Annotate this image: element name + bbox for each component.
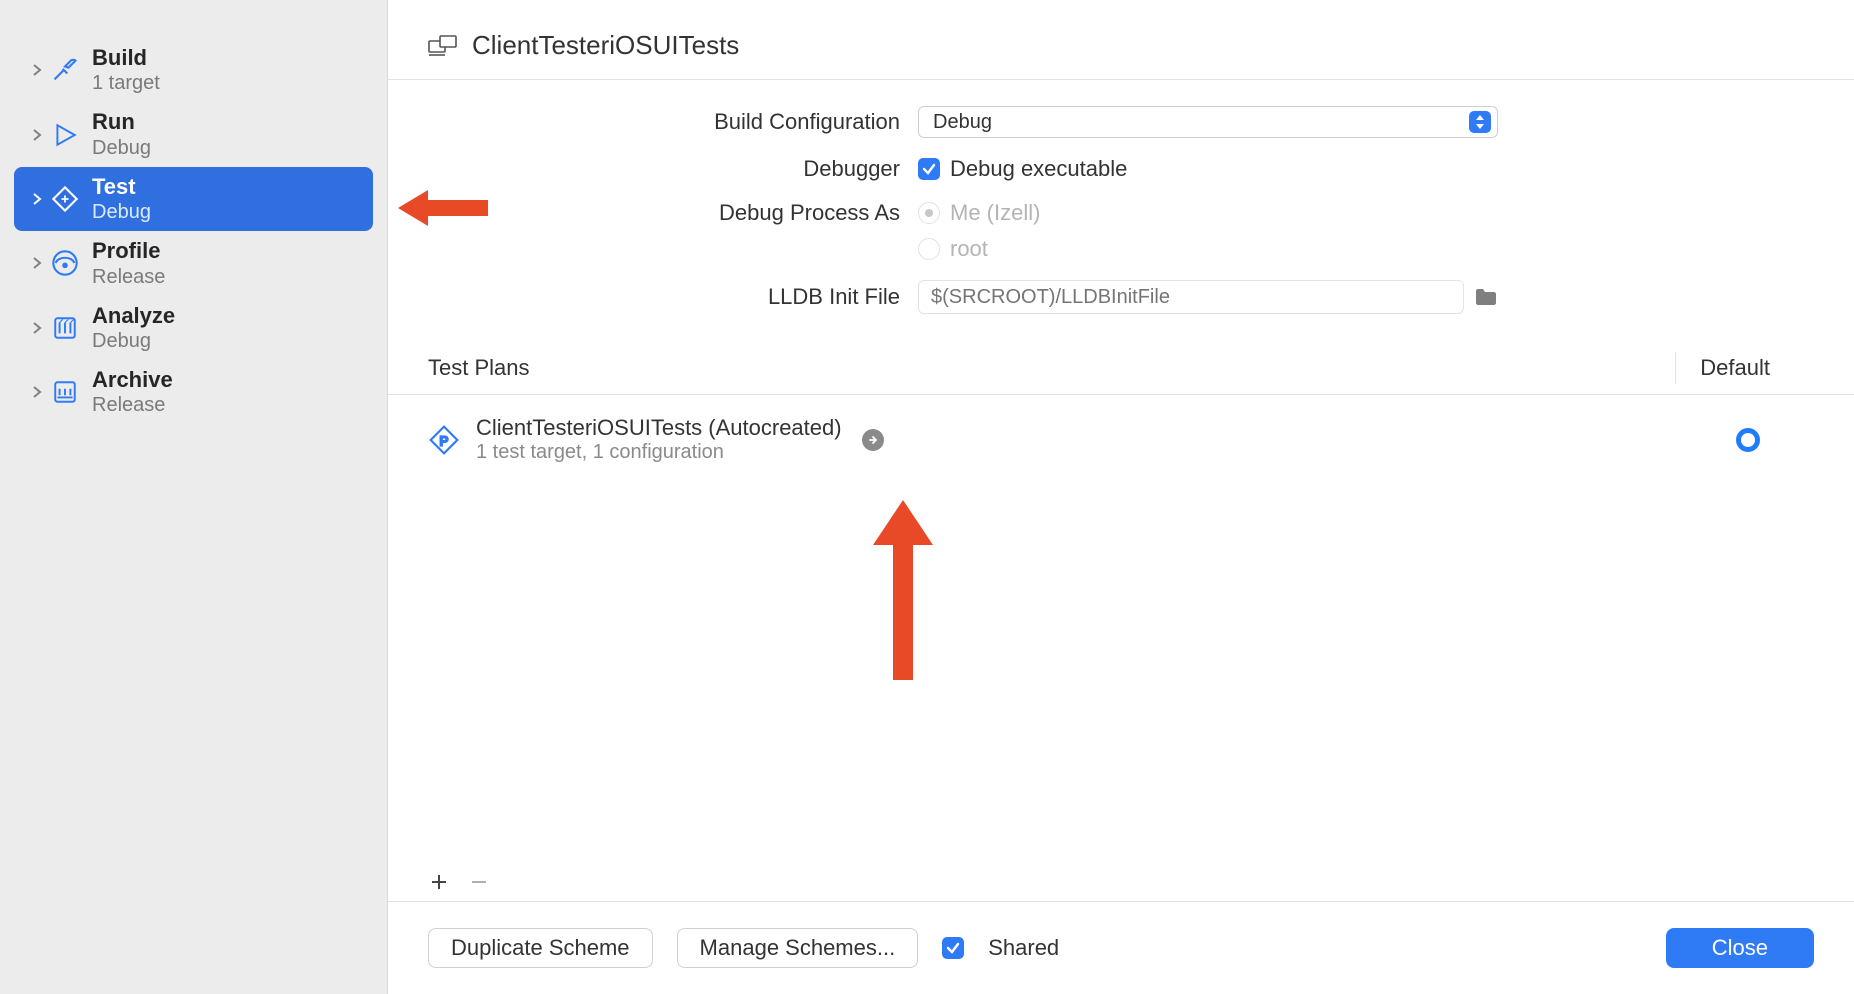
test-plans-label: Test Plans <box>428 355 530 381</box>
chevron-right-icon <box>32 193 48 205</box>
sidebar-item-build[interactable]: Build 1 target <box>14 38 373 102</box>
sidebar-item-labels: Analyze Debug <box>92 303 175 353</box>
debug-process-me-label: Me (Izell) <box>950 200 1040 226</box>
annotation-arrow-up <box>868 500 938 680</box>
sidebar-item-labels: Archive Release <box>92 367 173 417</box>
debug-executable-checkbox[interactable] <box>918 158 940 180</box>
build-configuration-select[interactable]: Debug <box>918 106 1498 138</box>
chevron-right-icon <box>32 64 48 76</box>
test-plan-subtitle: 1 test target, 1 configuration <box>476 441 842 464</box>
shared-label: Shared <box>988 935 1059 961</box>
shared-checkbox[interactable] <box>942 937 964 959</box>
goto-arrow-icon[interactable] <box>862 429 884 451</box>
chevron-right-icon <box>32 322 48 334</box>
sidebar-item-subtitle: Debug <box>92 200 151 224</box>
test-plan-row[interactable]: P ClientTesteriOSUITests (Autocreated) 1… <box>388 395 1854 484</box>
sidebar-item-title: Test <box>92 174 151 200</box>
duplicate-scheme-button[interactable]: Duplicate Scheme <box>428 928 653 968</box>
default-column-header: Default <box>1675 352 1814 384</box>
add-test-plan-button[interactable] <box>430 873 448 891</box>
sidebar-item-subtitle: Release <box>92 393 173 417</box>
gauge-icon <box>48 249 82 277</box>
sidebar-item-subtitle: Debug <box>92 329 175 353</box>
sidebar-item-labels: Profile Release <box>92 238 165 288</box>
svg-text:P: P <box>440 433 449 448</box>
chevron-right-icon <box>32 386 48 398</box>
test-plan-icon: P <box>428 424 460 456</box>
chevron-right-icon <box>32 129 48 141</box>
folder-icon[interactable] <box>1474 287 1498 307</box>
sidebar-item-subtitle: 1 target <box>92 71 160 95</box>
chevron-right-icon <box>32 257 48 269</box>
test-plans-section-header: Test Plans Default <box>388 342 1854 395</box>
sidebar-item-subtitle: Debug <box>92 136 151 160</box>
header: ClientTesteriOSUITests <box>388 0 1854 80</box>
sidebar-item-title: Archive <box>92 367 173 393</box>
manage-schemes-button[interactable]: Manage Schemes... <box>677 928 919 968</box>
sidebar-item-title: Analyze <box>92 303 175 329</box>
close-button[interactable]: Close <box>1666 928 1814 968</box>
scheme-title: ClientTesteriOSUITests <box>472 30 739 61</box>
list-toolbar <box>388 873 1854 901</box>
lldb-init-file-input[interactable] <box>918 280 1464 314</box>
sidebar-item-title: Build <box>92 45 160 71</box>
debug-process-as-label: Debug Process As <box>428 200 918 226</box>
sidebar-item-labels: Test Debug <box>92 174 151 224</box>
debug-process-me-radio[interactable] <box>918 202 940 224</box>
sidebar-item-analyze[interactable]: Analyze Debug <box>14 296 373 360</box>
play-icon <box>48 121 82 149</box>
default-test-plan-radio[interactable] <box>1736 428 1760 452</box>
sidebar-item-run[interactable]: Run Debug <box>14 102 373 166</box>
sidebar-item-profile[interactable]: Profile Release <box>14 231 373 295</box>
debug-process-root-radio[interactable] <box>918 238 940 260</box>
sidebar-item-subtitle: Release <box>92 265 165 289</box>
debugger-label: Debugger <box>428 156 918 182</box>
select-caret-icon <box>1469 111 1491 133</box>
sidebar: Build 1 target Run Debug Test Debug <box>0 0 388 994</box>
sidebar-item-test[interactable]: Test Debug <box>14 167 373 231</box>
debug-process-root-label: root <box>950 236 988 262</box>
scheme-icon <box>428 35 458 57</box>
annotation-arrow-left <box>398 178 488 238</box>
archive-icon <box>48 378 82 406</box>
test-plan-title: ClientTesteriOSUITests (Autocreated) <box>476 415 842 441</box>
lldb-init-file-label: LLDB Init File <box>428 284 918 310</box>
sidebar-item-archive[interactable]: Archive Release <box>14 360 373 424</box>
build-configuration-value: Debug <box>933 111 992 134</box>
main-panel: ClientTesteriOSUITests Build Configurati… <box>388 0 1854 994</box>
analyze-icon <box>48 314 82 342</box>
remove-test-plan-button[interactable] <box>470 873 488 891</box>
form-section: Build Configuration Debug Debugger Debug… <box>388 80 1854 342</box>
wrench-icon <box>48 185 82 213</box>
footer: Duplicate Scheme Manage Schemes... Share… <box>388 901 1854 994</box>
sidebar-item-title: Profile <box>92 238 165 264</box>
sidebar-item-labels: Run Debug <box>92 109 151 159</box>
debug-executable-label: Debug executable <box>950 156 1127 182</box>
sidebar-item-labels: Build 1 target <box>92 45 160 95</box>
build-configuration-label: Build Configuration <box>428 109 918 135</box>
sidebar-item-title: Run <box>92 109 151 135</box>
hammer-icon <box>48 56 82 84</box>
